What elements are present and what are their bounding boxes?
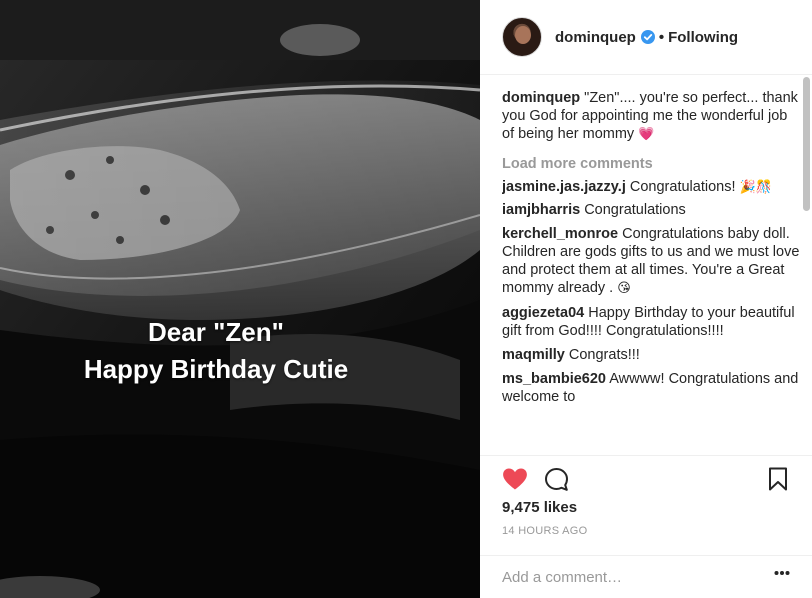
load-more-comments-button[interactable]: Load more comments [502, 155, 802, 173]
comments-scrollbar[interactable] [803, 77, 810, 211]
comment-author[interactable]: ms_bambie620 [502, 371, 606, 387]
list-item: aggiezeta04 Happy Birthday to your beaut… [502, 304, 802, 340]
following-button[interactable]: Following [668, 29, 738, 46]
likes-count[interactable]: 9,475 likes [502, 499, 577, 516]
list-item: ms_bambie620 Awwww! Congratulations and … [502, 370, 802, 406]
comments-list[interactable]: dominquep "Zen".... you're so perfect...… [502, 75, 802, 455]
more-options-icon[interactable] [774, 570, 790, 576]
post-timestamp[interactable]: 14 HOURS AGO [502, 525, 588, 537]
verified-badge-icon [640, 30, 655, 44]
header-separator: • [658, 28, 665, 46]
heart-filled-icon[interactable] [502, 467, 528, 491]
post-sidebar: dominquep • Following dominquep "Zen"...… [480, 0, 812, 598]
comment-author[interactable]: maqmilly [502, 347, 565, 363]
comment-author[interactable]: aggiezeta04 [502, 305, 584, 321]
bassinet-photo [0, 0, 480, 598]
avatar[interactable] [502, 17, 542, 57]
kiss-emoji: 😘 [617, 281, 631, 296]
header-username[interactable]: dominquep [555, 29, 636, 46]
caption-author[interactable]: dominquep [502, 90, 580, 106]
comment-text: Congrats!!! [564, 347, 640, 363]
comment-author[interactable]: kerchell_monroe [502, 226, 618, 242]
photo-caption-line1: Dear "Zen" [148, 317, 284, 347]
photo-caption-line2: Happy Birthday Cutie [83, 354, 349, 384]
bookmark-icon[interactable] [768, 467, 788, 491]
comment-input[interactable] [502, 564, 752, 590]
comment-text: Congratulations! [625, 179, 740, 195]
comment-author[interactable]: iamjbharris [502, 202, 580, 218]
list-item: iamjbharris Congratulations [502, 201, 802, 219]
list-item: kerchell_monroe Congratulations baby dol… [502, 225, 802, 298]
add-comment-bar [480, 555, 812, 598]
party-emoji: 🎉🎊 [739, 180, 772, 195]
post-header: dominquep • Following [480, 0, 812, 75]
comment-author[interactable]: jasmine.jas.jazzy.j [502, 179, 626, 195]
heart-emoji: 💗 [638, 127, 655, 142]
list-item: jasmine.jas.jazzy.j Congratulations! 🎉🎊 [502, 178, 802, 197]
post-photo[interactable]: Dear "Zen" Happy Birthday Cutie [0, 0, 480, 598]
comment-text: Congratulations [580, 202, 686, 218]
speech-bubble-icon[interactable] [544, 467, 569, 492]
list-item: maqmilly Congrats!!! [502, 346, 802, 364]
action-bar [502, 466, 792, 496]
caption-comment: dominquep "Zen".... you're so perfect...… [502, 89, 802, 144]
